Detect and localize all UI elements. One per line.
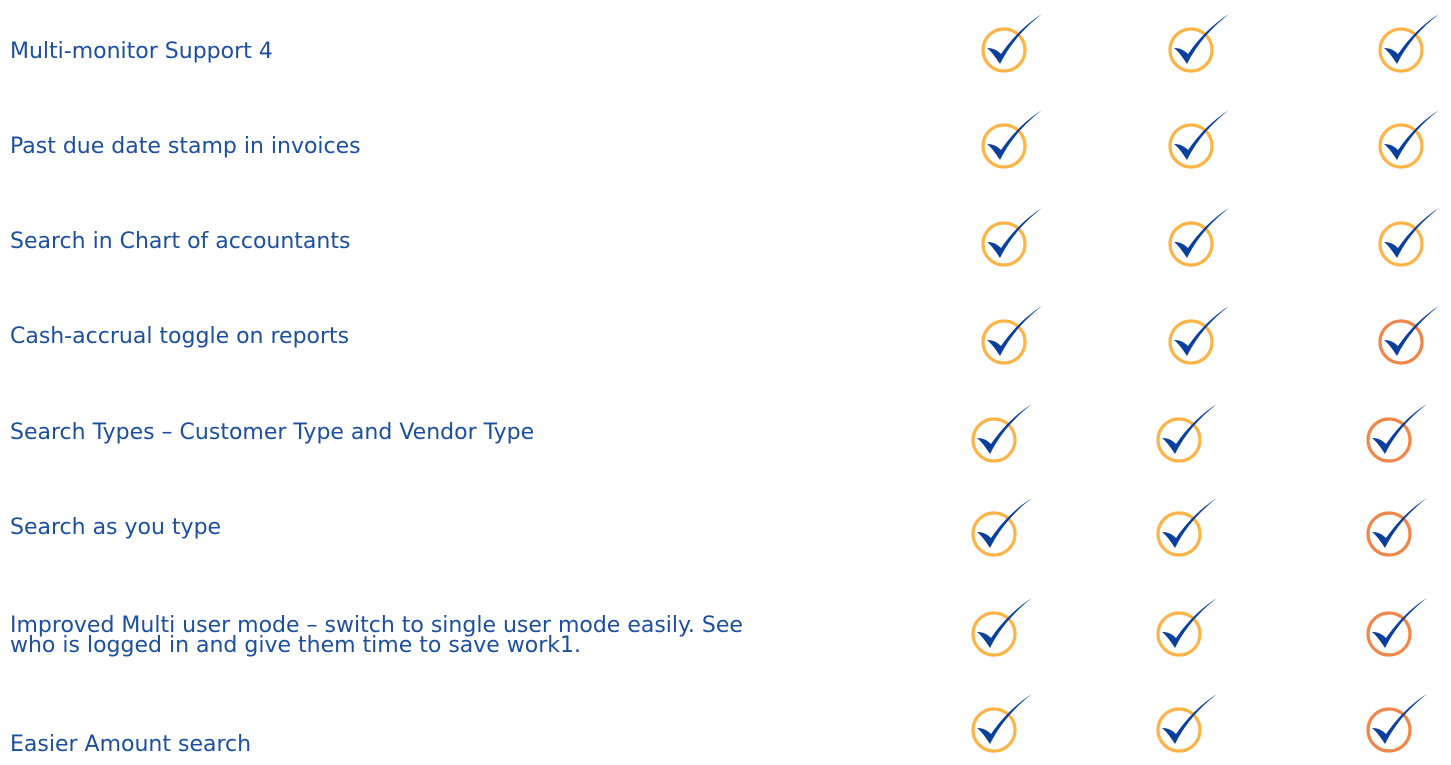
check-mark [1162,498,1217,548]
feature-label-line: Past due date stamp in invoices [10,134,361,159]
check-circle-svg [1366,694,1427,753]
check-circle-icon [1165,206,1233,274]
check-circle-svg [971,498,1032,557]
check-circle-svg [971,598,1032,657]
check-circle-icon [968,692,1036,760]
check-circle-icon [1363,692,1431,760]
check-circle-svg [971,694,1032,753]
check-mark [1162,598,1217,648]
check-circle-icon [1153,596,1221,664]
check-circle-svg [981,110,1042,169]
check-circle-svg [1366,498,1427,557]
check-circle-icon [968,496,1036,564]
check-circle-icon [978,108,1046,176]
feature-label: Easier Amount search [10,732,252,757]
check-circle-icon [978,12,1046,80]
check-circle-icon [1363,596,1431,664]
check-circle-svg [1156,694,1217,753]
check-mark [1384,110,1439,160]
check-circle-icon [1375,12,1443,80]
check-circle-svg [1168,208,1229,267]
check-circle-icon [1165,304,1233,372]
check-circle-icon [1153,496,1221,564]
check-mark [1174,110,1229,160]
check-mark [1174,208,1229,258]
check-mark [977,598,1032,648]
check-circle-icon [1375,304,1443,372]
check-mark [1384,306,1439,356]
check-circle-icon [968,596,1036,664]
check-circle-icon [1375,108,1443,176]
check-mark [1174,306,1229,356]
check-circle-svg [981,306,1042,365]
check-circle-svg [1156,404,1217,463]
check-mark [977,404,1032,454]
check-circle-svg [1168,14,1229,73]
check-circle-icon [1165,108,1233,176]
feature-label: Multi-monitor Support 4 [10,39,273,64]
check-mark [977,498,1032,548]
check-mark [1384,208,1439,258]
check-circle-svg [981,14,1042,73]
check-circle-svg [1378,110,1439,169]
check-circle-svg [1378,208,1439,267]
check-circle-svg [1378,306,1439,365]
check-mark [1174,14,1229,64]
feature-label-line: Search Types – Customer Type and Vendor … [10,420,535,445]
feature-label: Search in Chart of accountants [10,229,351,254]
check-circle-icon [978,206,1046,274]
check-circle-svg [1378,14,1439,73]
check-circle-svg [1156,498,1217,557]
check-circle-svg [1156,598,1217,657]
check-mark [1372,498,1427,548]
check-circle-svg [1168,306,1229,365]
check-mark [1162,694,1217,744]
feature-label-line: Search in Chart of accountants [10,229,351,254]
feature-label-line: Multi-monitor Support 4 [10,39,273,64]
feature-label-line: Easier Amount search [10,732,252,757]
check-mark [987,14,1042,64]
check-circle-icon [1153,692,1221,760]
check-circle-svg [971,404,1032,463]
check-circle-icon [1363,496,1431,564]
check-mark [987,208,1042,258]
check-mark [1162,404,1217,454]
check-mark [1384,14,1439,64]
check-circle-icon [968,402,1036,470]
feature-label: Search Types – Customer Type and Vendor … [10,420,535,445]
check-circle-svg [1366,598,1427,657]
feature-label: Improved Multi user mode – switch to sin… [10,615,743,658]
check-circle-icon [1165,12,1233,80]
check-circle-svg [1366,404,1427,463]
check-mark [987,110,1042,160]
check-circle-svg [981,208,1042,267]
check-circle-icon [1153,402,1221,470]
check-mark [1372,694,1427,744]
check-circle-svg [1168,110,1229,169]
check-mark [977,694,1032,744]
check-mark [1372,404,1427,454]
feature-label-line: who is logged in and give them time to s… [10,633,582,658]
check-circle-icon [978,304,1046,372]
check-mark [1372,598,1427,648]
feature-label: Past due date stamp in invoices [10,134,361,159]
feature-label: Search as you type [10,515,222,540]
feature-label-line: Cash-accrual toggle on reports [10,324,350,349]
check-mark [987,306,1042,356]
check-circle-icon [1375,206,1443,274]
feature-label-line: Search as you type [10,515,222,540]
check-circle-icon [1363,402,1431,470]
feature-label: Cash-accrual toggle on reports [10,324,350,349]
